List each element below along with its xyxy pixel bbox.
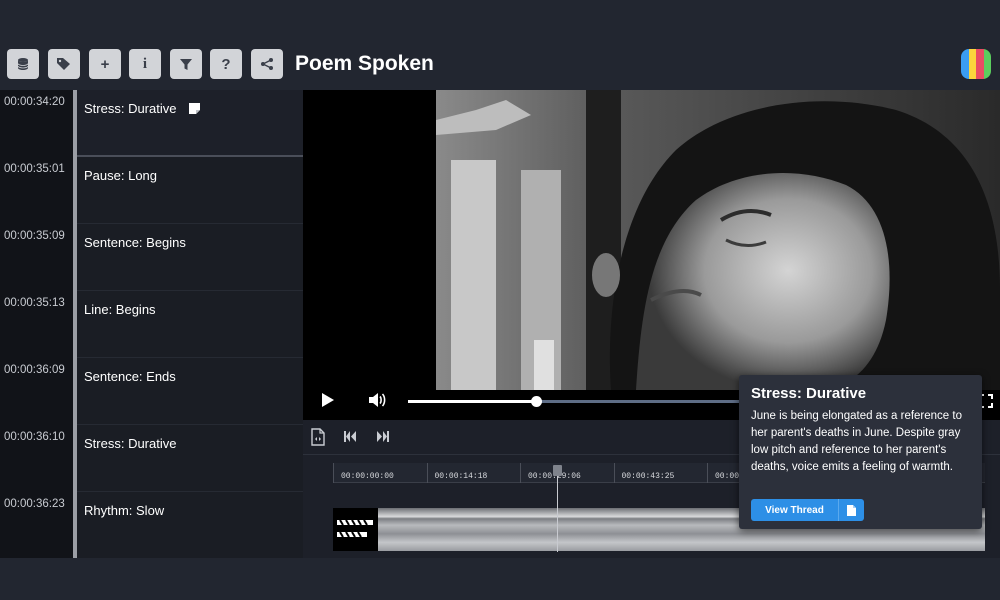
annotation-list: 00:00:34:20 Stress: Durative 00:00:35:01… (0, 90, 303, 558)
document-icon (847, 504, 856, 516)
annotation-body: Line: Begins (77, 291, 303, 358)
clapperboard-icon (333, 508, 378, 551)
volume-icon[interactable] (367, 390, 387, 410)
export-document-icon[interactable] (311, 428, 325, 446)
annotation-label: Sentence: Begins (84, 235, 186, 250)
annotation-timestamp: 00:00:35:13 (4, 297, 65, 309)
share-button[interactable] (251, 49, 283, 79)
seek-progress (408, 400, 537, 403)
annotation-item[interactable]: 00:00:36:09 Sentence: Ends (0, 358, 303, 425)
ruler-tick-label: 00:00:43:25 (621, 472, 675, 481)
ruler-tick (613, 463, 615, 483)
tag-button[interactable] (48, 49, 80, 79)
view-thread-button[interactable]: View Thread (751, 499, 864, 521)
annotation-item[interactable]: 00:00:35:13 Line: Begins (0, 291, 303, 358)
annotation-label: Stress: Durative (84, 101, 177, 116)
logo-stripe (976, 49, 984, 79)
annotation-body: Stress: Durative (77, 90, 303, 157)
popover-body: June is being elongated as a reference t… (751, 410, 962, 473)
play-icon[interactable] (321, 392, 335, 408)
note-icon[interactable] (189, 103, 201, 114)
logo-stripe (961, 49, 969, 79)
toolbar: + i ? Poem Spoken (0, 38, 1000, 90)
annotation-timestamp: 00:00:36:10 (4, 431, 65, 443)
ruler-tick (426, 463, 428, 483)
skip-forward-icon[interactable] (376, 431, 390, 442)
annotation-label: Pause: Long (84, 168, 158, 183)
annotation-item[interactable]: 00:00:36:10 Stress: Durative (0, 425, 303, 492)
annotation-item[interactable]: 00:00:36:23 Rhythm: Slow (0, 492, 303, 558)
annotation-popover: Stress: Durative June is being elongated… (739, 375, 982, 529)
playhead-line (557, 476, 558, 552)
video-player[interactable] (303, 90, 1000, 420)
ruler-tick (333, 463, 334, 483)
popover-title: Stress: Durative (751, 385, 867, 402)
ruler-tick-label: 00:00:14:18 (434, 472, 488, 481)
annotation-timestamp: 00:00:36:23 (4, 498, 65, 510)
info-button[interactable]: i (129, 49, 161, 79)
view-thread-label: View Thread (765, 504, 824, 516)
document-button[interactable] (839, 504, 864, 516)
logo-stripe (968, 49, 976, 79)
playhead-handle[interactable] (553, 465, 562, 476)
annotation-timestamp: 00:00:34:20 (4, 96, 65, 108)
ruler-tick-label: 00:00:00:00 (341, 472, 394, 481)
annotation-label: Rhythm: Slow (84, 503, 165, 518)
annotation-timestamp: 00:00:35:09 (4, 230, 65, 242)
annotation-timestamp: 00:00:35:01 (4, 163, 65, 175)
add-button[interactable]: + (89, 49, 121, 79)
seek-handle[interactable] (531, 396, 543, 407)
share-icon (261, 58, 273, 70)
annotation-label: Line: Begins (84, 302, 156, 317)
help-icon: ? (221, 55, 231, 73)
help-button[interactable]: ? (210, 49, 242, 79)
database-icon (17, 58, 29, 70)
database-button[interactable] (7, 49, 39, 79)
annotation-body: Pause: Long (77, 157, 303, 224)
info-icon: i (142, 55, 148, 72)
annotation-label: Stress: Durative (84, 436, 177, 451)
video-frame (436, 90, 1000, 390)
annotation-body: Stress: Durative (77, 425, 303, 492)
filter-button[interactable] (170, 49, 202, 79)
ruler-tick (707, 463, 708, 483)
ruler-tick (520, 463, 521, 483)
annotation-timestamp: 00:00:36:09 (4, 364, 65, 376)
annotation-item[interactable]: 00:00:34:20 Stress: Durative (0, 90, 303, 157)
annotation-body: Sentence: Begins (77, 224, 303, 291)
app-logo (961, 49, 991, 79)
annotation-body: Sentence: Ends (77, 358, 303, 425)
filter-icon (180, 59, 192, 70)
page-title: Poem Spoken (295, 52, 434, 75)
logo-stripe (983, 49, 991, 79)
annotation-item[interactable]: 00:00:35:09 Sentence: Begins (0, 224, 303, 291)
annotation-item[interactable]: 00:00:35:01 Pause: Long (0, 157, 303, 224)
annotation-body: Rhythm: Slow (77, 492, 303, 558)
skip-back-icon[interactable] (343, 431, 357, 442)
plus-icon: + (100, 55, 110, 73)
tag-icon (57, 58, 70, 70)
annotation-label: Sentence: Ends (84, 369, 176, 384)
